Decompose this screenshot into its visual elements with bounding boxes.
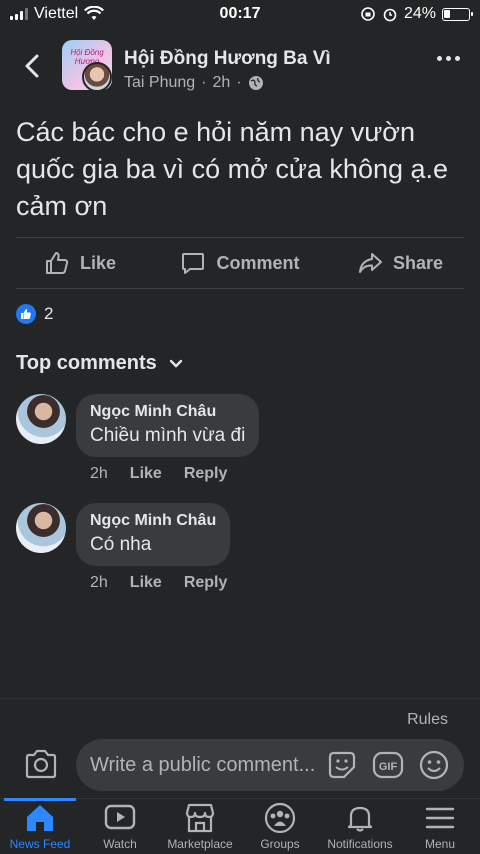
home-icon bbox=[27, 805, 53, 831]
chevron-down-icon bbox=[169, 359, 182, 368]
comment-time: 2h bbox=[90, 465, 108, 482]
avatar[interactable] bbox=[16, 503, 66, 553]
tab-label: Menu bbox=[424, 837, 456, 851]
post-time: 2h bbox=[212, 74, 231, 91]
meta-separator: · bbox=[201, 74, 207, 91]
back-button[interactable] bbox=[18, 50, 46, 82]
tab-label: Groups bbox=[260, 837, 300, 851]
tab-news-feed[interactable]: News Feed bbox=[0, 798, 80, 854]
avatar[interactable] bbox=[16, 394, 66, 444]
tab-menu[interactable]: Menu bbox=[400, 799, 480, 854]
sticker-icon[interactable] bbox=[326, 749, 358, 781]
groups-icon bbox=[264, 802, 296, 834]
camera-icon[interactable] bbox=[24, 749, 58, 779]
comment-item: Ngọc Minh Châu Có nha 2h Like Reply bbox=[16, 503, 476, 599]
tab-label: News Feed bbox=[9, 837, 71, 851]
comment-time: 2h bbox=[90, 574, 108, 591]
tab-label: Marketplace bbox=[167, 837, 233, 851]
wifi-icon bbox=[84, 6, 105, 20]
like-button[interactable]: Like bbox=[0, 250, 160, 276]
bottom-tab-bar: News Feed Watch Marketplace Groups Notif… bbox=[0, 798, 480, 854]
comment-icon bbox=[182, 253, 205, 274]
carrier-label: Viettel bbox=[34, 5, 79, 22]
like-label: Like bbox=[79, 252, 117, 273]
chevron-left-icon bbox=[25, 54, 39, 78]
marketplace-icon bbox=[185, 803, 215, 833]
post-meta: Tai Phung · 2h · bbox=[124, 74, 264, 92]
tab-marketplace[interactable]: Marketplace bbox=[160, 799, 240, 854]
globe-icon bbox=[248, 76, 263, 90]
status-bar: Viettel 00:17 24% bbox=[0, 0, 480, 28]
tab-groups[interactable]: Groups bbox=[240, 799, 320, 854]
tab-notifications[interactable]: Notifications bbox=[320, 799, 400, 854]
signal-icon bbox=[10, 8, 28, 20]
comment-bubble: Ngọc Minh Châu Có nha bbox=[76, 503, 231, 566]
comment-bubble: Ngọc Minh Châu Chiều mình vừa đi bbox=[76, 394, 260, 457]
comment-like-button[interactable]: Like bbox=[130, 465, 162, 483]
comments-filter-label: Top comments bbox=[16, 352, 157, 374]
reaction-count: 2 bbox=[44, 304, 54, 323]
tab-label: Watch bbox=[103, 837, 137, 851]
tab-label: Notifications bbox=[327, 837, 393, 851]
comment-text: Chiều mình vừa đi bbox=[90, 425, 246, 446]
more-options-button[interactable] bbox=[437, 56, 460, 61]
emoji-icon[interactable] bbox=[418, 749, 450, 781]
group-avatar-text: Hội Đồng Hương bbox=[70, 48, 104, 66]
commenter-name[interactable]: Ngọc Minh Châu bbox=[90, 403, 245, 421]
menu-icon bbox=[425, 807, 455, 829]
tab-watch[interactable]: Watch bbox=[80, 799, 160, 854]
gif-icon[interactable]: GIF bbox=[372, 749, 404, 781]
alarm-icon bbox=[383, 8, 397, 22]
thumbs-up-icon bbox=[45, 252, 69, 274]
svg-text:GIF: GIF bbox=[379, 761, 398, 773]
post-header: Hội Đồng Hương Hội Đồng Hương Ba Vì Tai … bbox=[0, 36, 480, 100]
comment-item: Ngọc Minh Châu Chiều mình vừa đi 2h Like… bbox=[16, 394, 476, 490]
rules-link[interactable]: Rules bbox=[407, 711, 448, 729]
comment-input-box: GIF bbox=[76, 739, 464, 791]
author-name[interactable]: Tai Phung bbox=[124, 74, 195, 92]
post-text: Các bác cho e hỏi năm nay vườn quốc gia … bbox=[16, 117, 449, 221]
comment-button[interactable]: Comment bbox=[160, 250, 320, 276]
divider bbox=[16, 288, 464, 289]
comment-input[interactable] bbox=[90, 753, 330, 777]
clock: 00:17 bbox=[219, 5, 261, 22]
post-actions: Like Comment Share bbox=[0, 238, 480, 288]
like-reaction-icon bbox=[16, 304, 36, 324]
share-icon bbox=[358, 253, 382, 273]
comment-meta: 2h Like Reply bbox=[90, 465, 227, 483]
battery-icon bbox=[442, 7, 473, 21]
comment-label: Comment bbox=[216, 252, 300, 273]
author-avatar[interactable] bbox=[82, 62, 112, 92]
comment-like-button[interactable]: Like bbox=[130, 574, 162, 592]
comment-reply-button[interactable]: Reply bbox=[184, 465, 228, 483]
comment-meta: 2h Like Reply bbox=[90, 574, 227, 592]
meta-separator: · bbox=[236, 74, 242, 91]
share-label: Share bbox=[392, 252, 444, 273]
comment-text: Có nha bbox=[90, 534, 152, 555]
comments-filter-dropdown[interactable]: Top comments bbox=[16, 352, 183, 375]
commenter-name[interactable]: Ngọc Minh Châu bbox=[90, 512, 216, 530]
watch-icon bbox=[104, 804, 136, 830]
comment-composer: Rules GIF bbox=[0, 698, 480, 798]
share-button[interactable]: Share bbox=[320, 250, 480, 276]
bell-icon bbox=[347, 806, 373, 832]
reactions-summary[interactable]: 2 bbox=[16, 304, 53, 324]
group-name[interactable]: Hội Đồng Hương Ba Vì bbox=[124, 48, 331, 70]
comment-reply-button[interactable]: Reply bbox=[184, 574, 228, 592]
battery-percent: 24% bbox=[403, 5, 436, 22]
orientation-lock-icon bbox=[361, 7, 375, 21]
